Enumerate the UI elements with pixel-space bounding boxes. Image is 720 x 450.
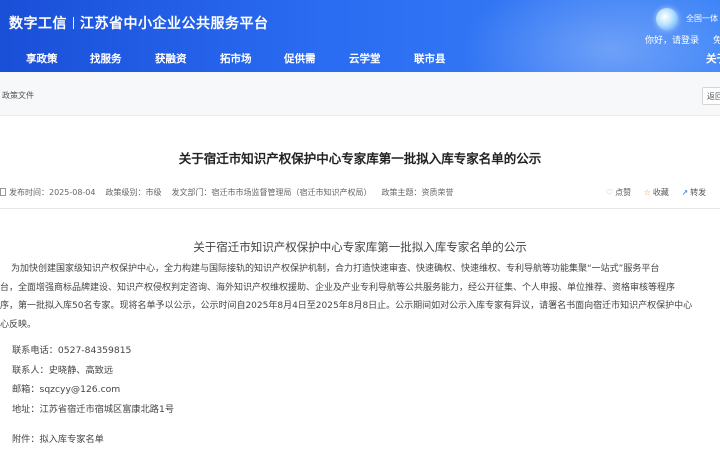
like-button[interactable]: ♡ 点赞 bbox=[606, 187, 631, 198]
login-area: 你好，请登录 免 bbox=[645, 33, 720, 46]
site-header: 数字工信 江苏省中小企业公共服务平台 全国一体 你好，请登录 免 享政策 找服务 获… bbox=[0, 0, 720, 72]
page-title: 关于宿迁市知识产权保护中心专家库第一批拟入库专家名单的公示 bbox=[178, 151, 542, 166]
nav-item-supply[interactable]: 促供需 bbox=[284, 51, 316, 66]
breadcrumb[interactable]: 政策文件 bbox=[2, 90, 34, 101]
policy-category: 政策主题：资质荣誉 bbox=[381, 188, 454, 197]
contact-address: 地址：江苏省宿迁市宿城区富康北路1号 bbox=[12, 404, 175, 415]
star-icon: ☆ bbox=[643, 188, 651, 197]
site-brand[interactable]: 数字工信 江苏省中小企业公共服务平台 bbox=[9, 13, 269, 33]
back-button[interactable]: 返回 bbox=[702, 87, 720, 105]
nav-item-policy[interactable]: 享政策 bbox=[26, 51, 58, 66]
policy-level: 政策级别：市级 bbox=[105, 188, 162, 197]
share-icon: ↗ bbox=[681, 188, 689, 197]
favorite-label: 收藏 bbox=[652, 188, 669, 197]
globe-badge-icon bbox=[656, 8, 678, 30]
contact-phone: 联系电话：0527-84359815 bbox=[12, 345, 132, 356]
article-meta: 发布时间：2025-08-04 政策级别：市级 发文部门：宿迁市市场监督管理局（宿迁… bbox=[0, 187, 464, 198]
login-link[interactable]: 你好，请登录 bbox=[645, 36, 699, 46]
paragraph-line: 为加快创建国家级知识产权保护中心，全力构建与国际接轨的知识产权保护机制，合力打造… bbox=[11, 264, 660, 274]
brand-divider bbox=[73, 17, 74, 29]
brand-right: 江苏省中小企业公共服务平台 bbox=[80, 16, 269, 32]
attachment-link[interactable]: 附件：拟入库专家名单 bbox=[12, 431, 104, 445]
nav-item-about[interactable]: 关于 bbox=[706, 51, 720, 66]
publish-time: 发布时间：2025-08-04 bbox=[9, 188, 96, 197]
article-actions: ♡ 点赞 ☆ 收藏 ↗ 转发 bbox=[606, 187, 716, 198]
divider bbox=[0, 208, 720, 209]
nav-item-cities[interactable]: 联市县 bbox=[414, 51, 446, 66]
badge-text: 全国一体 bbox=[686, 14, 718, 23]
contact-people: 联系人：史晓静、高致远 bbox=[12, 365, 114, 376]
paragraph-line: 心反映。 bbox=[0, 319, 37, 330]
document-icon bbox=[0, 188, 6, 196]
paragraph-line: 序，第一批拟入库50名专家。现将名单予以公示，公示时间自2025年8月4日至20… bbox=[0, 301, 693, 311]
brand-left: 数字工信 bbox=[9, 16, 67, 32]
issuing-department: 发文部门：宿迁市市场监督管理局（宿迁市知识产权局） bbox=[171, 188, 372, 197]
nav-item-market[interactable]: 拓市场 bbox=[220, 51, 252, 66]
nav-item-services[interactable]: 找服务 bbox=[90, 51, 122, 66]
paragraph-line: 台，全面增强商标品牌建设、知识产权侵权判定咨询、海外知识产权维权援助、企业及产业… bbox=[0, 282, 676, 293]
favorite-button[interactable]: ☆ 收藏 bbox=[644, 187, 669, 198]
login-extra[interactable]: 免 bbox=[713, 36, 720, 46]
thumbs-up-icon: ♡ bbox=[606, 188, 614, 197]
article-subtitle: 关于宿迁市知识产权保护中心专家库第一批拟入库专家名单的公示 bbox=[193, 240, 527, 254]
main-nav: 享政策 找服务 获融资 拓市场 促供需 云学堂 联市县 关于 bbox=[0, 48, 720, 68]
nav-item-financing[interactable]: 获融资 bbox=[155, 51, 187, 66]
national-badge[interactable]: 全国一体 bbox=[656, 6, 720, 32]
breadcrumb-bar: 政策文件 返回 bbox=[0, 72, 720, 116]
like-label: 点赞 bbox=[615, 188, 632, 197]
share-label: 转发 bbox=[690, 188, 707, 197]
share-button[interactable]: ↗ 转发 bbox=[681, 187, 706, 198]
nav-item-academy[interactable]: 云学堂 bbox=[349, 51, 381, 66]
article-paragraph: 为加快创建国家级知识产权保护中心，全力构建与国际接轨的知识产权保护机制，合力打造… bbox=[0, 260, 720, 334]
contact-email: 邮箱：sqzcyy@126.com bbox=[12, 384, 121, 395]
